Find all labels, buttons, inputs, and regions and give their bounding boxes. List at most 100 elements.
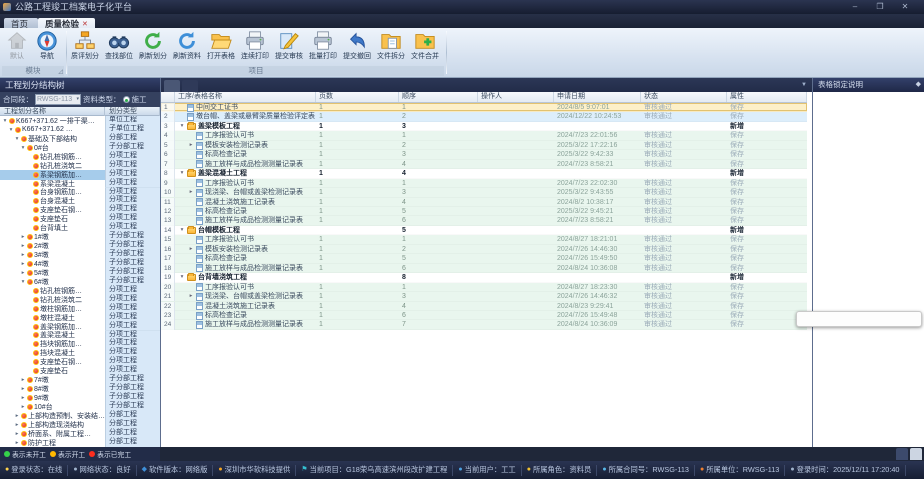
- tree-node[interactable]: 墩柱钢筋加… 分项工程: [0, 304, 160, 313]
- tree-node[interactable]: ▸ 上部构造预制、安装结… 分部工程: [0, 411, 160, 420]
- tree-expander-icon[interactable]: ▸: [20, 395, 26, 401]
- col-name[interactable]: 工序/表格名称: [175, 92, 316, 102]
- tree-node[interactable]: 支座垫石 分项工程: [0, 214, 160, 223]
- table-row[interactable]: 24 施工放样与成品检测测量记录表 1 7 2024/8/24 10:36:09…: [161, 320, 807, 329]
- tree-node[interactable]: 钻孔桩浇筑二 分项工程: [0, 161, 160, 170]
- tree-expander-icon[interactable]: ▾: [8, 127, 14, 133]
- tree-col-type[interactable]: 划分类型: [105, 107, 160, 116]
- table-row[interactable]: 7 施工放样与成品检测测量记录表 1 4 2024/7/23 8:58:21 审…: [161, 160, 807, 169]
- table-row[interactable]: 11 混凝土浇筑施工记录表 1 4 2024/8/2 10:38:17 审核通过…: [161, 198, 807, 207]
- tree-expander-icon[interactable]: ▸: [20, 404, 26, 410]
- row-expander-icon[interactable]: ▸: [188, 292, 194, 301]
- menu-item[interactable]: [872, 14, 882, 28]
- dock-tab[interactable]: [910, 448, 922, 460]
- tree-node[interactable]: 支座垫石钢… 分项工程: [0, 205, 160, 214]
- col-seq[interactable]: 顺序: [399, 92, 478, 102]
- chevron-down-icon[interactable]: ▼: [801, 82, 807, 88]
- table-row[interactable]: 21 ▸ 现浇梁、台帽或盖梁检测记录表 1 3 2024/7/26 14:46:…: [161, 292, 807, 301]
- tree-node[interactable]: ▸ 7#墩 子分部工程: [0, 375, 160, 384]
- tree-expander-icon[interactable]: ▸: [20, 261, 26, 267]
- tree-node[interactable]: 支座垫石 分项工程: [0, 366, 160, 375]
- datatype-radio[interactable]: [123, 96, 130, 103]
- ribbon-button[interactable]: 文件拆分: [374, 29, 408, 67]
- ribbon-button[interactable]: 导航: [32, 29, 62, 67]
- table-row[interactable]: 13 施工放样与成品检测测量记录表 1 6 2024/7/23 8:58:21 …: [161, 216, 807, 225]
- content-tab[interactable]: [182, 80, 198, 92]
- col-pages[interactable]: 页数: [316, 92, 399, 102]
- row-expander-icon[interactable]: ▸: [188, 141, 194, 150]
- tree-node[interactable]: ▸ 4#墩 子分部工程: [0, 259, 160, 268]
- row-expander-icon[interactable]: ▾: [179, 273, 185, 282]
- table-row[interactable]: 16 ▸ 模板安装检测记录表 1 2 2024/7/26 14:46:30 审核…: [161, 245, 807, 254]
- tree-node[interactable]: ▾ K667+371.62 … 子单位工程: [0, 125, 160, 134]
- tree-node[interactable]: ▾ K667+371.62 一排干渠… 单位工程: [0, 116, 160, 125]
- pin-icon[interactable]: ◆: [916, 78, 921, 92]
- tree-expander-icon[interactable]: ▸: [20, 386, 26, 392]
- col-attr[interactable]: 属性: [727, 92, 807, 102]
- table-row[interactable]: 12 标高检查记录 1 5 2025/3/22 9:45:21 审核通过 保存: [161, 207, 807, 216]
- ribbon-button[interactable]: 刷新划分: [136, 29, 170, 67]
- tree-expander-icon[interactable]: ▸: [20, 377, 26, 383]
- table-row[interactable]: 8 ▾ 盖梁混凝土工程 1 4 新增: [161, 169, 807, 178]
- table-row[interactable]: 5 ▸ 模板安装检测记录表 1 2 2025/3/22 17:22:16 审核通…: [161, 141, 807, 150]
- row-expander-icon[interactable]: ▸: [188, 188, 194, 197]
- ribbon-button[interactable]: 提交撤回: [340, 29, 374, 67]
- tree-node[interactable]: 钻孔桩钢筋… 分项工程: [0, 152, 160, 161]
- ribbon-button[interactable]: 默认: [2, 29, 32, 67]
- table-row[interactable]: 14 ▾ 台帽模板工程 5 新增: [161, 226, 807, 235]
- table-row[interactable]: 1 中间交工证书 1 1 2024/8/5 9:07:01 审核通过 保存: [161, 103, 807, 112]
- ribbon-button[interactable]: 提交审核: [272, 29, 306, 67]
- tree-expander-icon[interactable]: ▾: [20, 279, 26, 285]
- maximize-button[interactable]: ❐: [871, 1, 889, 12]
- col-date[interactable]: 申请日期: [554, 92, 641, 102]
- tree-expander-icon[interactable]: ▸: [20, 252, 26, 258]
- tree-expander-icon[interactable]: ▸: [14, 413, 20, 419]
- row-expander-icon[interactable]: ▾: [179, 226, 185, 235]
- tree-node[interactable]: ▸ 上部构造现浇结构 分部工程: [0, 420, 160, 429]
- tree-node[interactable]: ▸ 3#墩 子分部工程: [0, 250, 160, 259]
- tree-node[interactable]: 墩柱混凝土 分项工程: [0, 313, 160, 322]
- ribbon-button[interactable]: 质评划分: [68, 29, 102, 67]
- tree-node[interactable]: ▸ 桥面系、附属工程… 分部工程: [0, 429, 160, 438]
- col-operator[interactable]: 操作人: [478, 92, 554, 102]
- tree-node[interactable]: 系梁钢筋加… 分项工程: [0, 170, 160, 179]
- tree-node[interactable]: 盖梁钢筋加… 分项工程: [0, 322, 160, 331]
- tree-node[interactable]: ▾ 基础及下部结构 分部工程: [0, 134, 160, 143]
- tree-node[interactable]: 钻孔桩浇筑二 分项工程: [0, 295, 160, 304]
- tree-expander-icon[interactable]: ▸: [14, 431, 20, 437]
- tree-expander-icon[interactable]: ▸: [20, 270, 26, 276]
- table-row[interactable]: 3 ▾ 盖梁模板工程 1 3 新增: [161, 122, 807, 131]
- table-row[interactable]: 23 标高检查记录 1 6 2024/7/26 15:49:48 审核通过 保存: [161, 311, 807, 320]
- tree-node[interactable]: ▸ 8#墩 子分部工程: [0, 384, 160, 393]
- ribbon-button[interactable]: 连续打印: [238, 29, 272, 67]
- tree-node[interactable]: 钻孔桩钢筋… 分项工程: [0, 286, 160, 295]
- ribbon-button[interactable]: 查找部位: [102, 29, 136, 67]
- dock-tab[interactable]: [896, 448, 908, 460]
- menu-item[interactable]: [892, 14, 902, 28]
- tree-expander-icon[interactable]: ▾: [20, 145, 26, 151]
- tree-node[interactable]: ▸ 10#台 子分部工程: [0, 402, 160, 411]
- content-tab[interactable]: [164, 80, 180, 92]
- table-row[interactable]: 4 工序报验认可书 1 1 2024/7/23 22:01:56 审核通过 保存: [161, 131, 807, 140]
- table-row[interactable]: 18 施工放样与成品检测测量记录表 1 6 2024/8/24 10:36:08…: [161, 264, 807, 273]
- minimize-button[interactable]: –: [846, 1, 864, 12]
- row-expander-icon[interactable]: ▾: [179, 169, 185, 178]
- tree-node[interactable]: ▾ 6#墩 子分部工程: [0, 277, 160, 286]
- tree-expander-icon[interactable]: ▸: [20, 243, 26, 249]
- row-expander-icon[interactable]: ▸: [188, 245, 194, 254]
- tree-expander-icon[interactable]: ▾: [2, 118, 8, 124]
- menu-item[interactable]: [902, 14, 912, 28]
- table-row[interactable]: 2 墩台帽、盖梁或悬臂梁质量检验评定表 1 2 2024/12/22 10:24…: [161, 112, 807, 121]
- table-row[interactable]: 22 混凝土浇筑施工记录表 1 4 2024/8/23 9:29:41 审核通过…: [161, 302, 807, 311]
- table-row[interactable]: 10 ▸ 现浇梁、台帽或盖梁检测记录表 1 3 2025/3/22 9:43:5…: [161, 188, 807, 197]
- tree-expander-icon[interactable]: ▸: [14, 440, 20, 446]
- tree-node[interactable]: 挡块混凝土 分项工程: [0, 348, 160, 357]
- table-row[interactable]: 17 标高检查记录 1 5 2024/7/26 15:49:50 审核通过 保存: [161, 254, 807, 263]
- tree-node[interactable]: ▸ 1#墩 子分部工程: [0, 232, 160, 241]
- menu-item[interactable]: [912, 14, 922, 28]
- table-row[interactable]: 9 工序报验认可书 1 1 2024/7/23 22:02:30 审核通过 保存: [161, 179, 807, 188]
- dialog-launcher-icon[interactable]: ◿: [58, 68, 63, 75]
- tree-expander-icon[interactable]: ▸: [20, 234, 26, 240]
- col-status[interactable]: 状态: [641, 92, 727, 102]
- tree-node[interactable]: 支座垫石钢… 分项工程: [0, 357, 160, 366]
